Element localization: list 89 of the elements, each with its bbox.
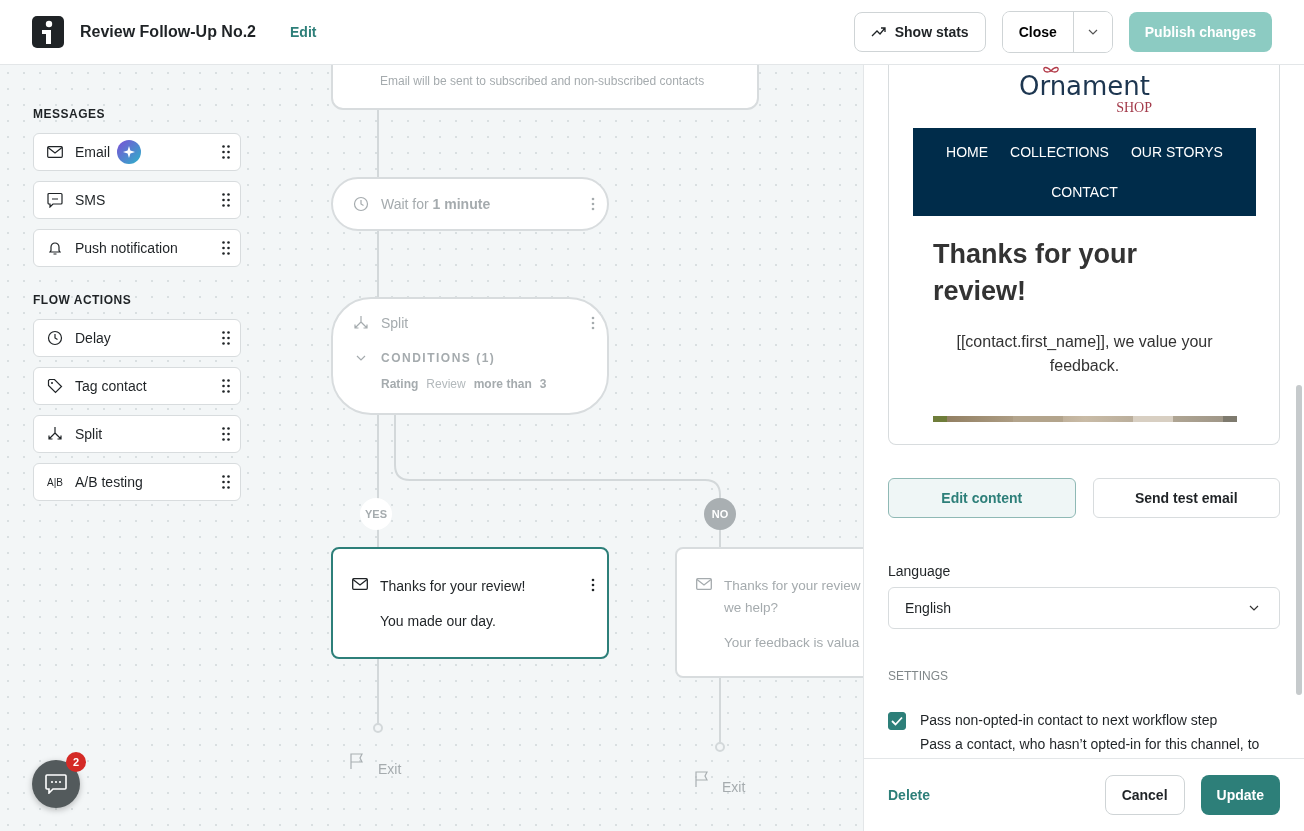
settings-heading: SETTINGS [888,669,949,683]
chat-button[interactable] [32,760,80,808]
scrollbar-thumb[interactable] [1296,385,1302,695]
drag-handle-icon[interactable] [222,145,230,159]
edit-link[interactable]: Edit [290,24,317,40]
option-title: Pass non-opted-in contact to next workflow step [920,711,1219,729]
bow-icon [1041,66,1061,76]
envelope-icon [696,578,712,590]
end-dot [715,742,725,752]
palette-item-label: Delay [75,330,111,346]
palette-item[interactable]: Split [33,415,241,453]
email-preview-text: Your feedback is valua [724,635,861,650]
palette-item[interactable]: Email [33,133,241,171]
flag-icon [695,771,709,787]
workflow-title: Review Follow-Up No.2 [80,23,256,41]
palette-item-label: Split [75,426,103,442]
brand-logo-subtext: SHOP [1116,101,1152,115]
brand-logo-text: Ornament [1018,71,1151,101]
palette-section-title: MESSAGES [33,107,106,121]
language-select[interactable]: English [888,587,1280,629]
cancel-button[interactable]: Cancel [1104,775,1185,815]
palette-item-label: Tag contact [75,378,147,394]
condition-term: 3 [539,377,547,391]
palette-item[interactable]: SMS [33,181,241,219]
email-subject: Thanks for your review [724,577,862,595]
condition-term: Review [426,377,466,391]
notification-badge: 2 [66,752,86,772]
palette-item-label: SMS [75,192,106,208]
palette-item-label: A/B testing [75,474,143,490]
email-paragraph: [[contact.first_name]], we value your feedback. [955,332,1214,376]
caret-icon [1087,29,1098,35]
email-nav-link[interactable]: OUR STORYS [1130,132,1223,172]
palette-item[interactable]: Tag contact [33,367,241,405]
close-button[interactable]: Close [1002,12,1074,52]
condition-term: more than [473,377,532,391]
email-nav-link[interactable]: HOME [946,132,989,172]
drag-handle-icon[interactable] [222,379,230,393]
wait-text: Wait for 1 minute [381,196,492,212]
email-subject: Thanks for your review! [380,577,527,596]
app-logo-icon [32,16,64,48]
ab-test-icon: A|B [47,476,63,488]
delete-link[interactable]: Delete [888,787,931,803]
condition-term: Rating [381,377,419,391]
conditions-heading: CONDITIONS (1) [381,351,496,365]
email-nav-link[interactable]: CONTACT [1051,172,1118,212]
palette-item[interactable]: Delay [33,319,241,357]
checkbox[interactable] [888,712,906,730]
email-node[interactable]: Thanks for your review! You made our day. [331,547,609,659]
exit-label: Exit [378,761,402,777]
palette-item[interactable]: Push notification [33,229,241,267]
drag-handle-icon[interactable] [222,475,230,489]
branch-label: YES [360,498,392,530]
caret-icon [1249,605,1259,611]
envelope-icon [352,578,368,590]
update-button[interactable]: Update [1200,775,1280,815]
language-label: Language [888,563,952,579]
palette-item[interactable]: A|B A/B testing [33,463,241,501]
email-nav-link[interactable]: COLLECTIONS [1010,132,1109,172]
palette-item-label: Push notification [75,240,178,256]
check-icon [891,716,903,726]
envelope-icon [47,146,63,158]
exit-label: Exit [722,779,746,795]
drag-handle-icon[interactable] [222,427,230,441]
drag-handle-icon[interactable] [222,241,230,255]
drag-handle-icon[interactable] [222,193,230,207]
more-icon[interactable] [591,578,595,592]
option-description: Pass a contact, who hasn’t opted-in for this channel, to [920,735,1260,753]
branch-label: NO [704,498,736,530]
drag-handle-icon[interactable] [222,331,230,345]
clock-icon [353,196,369,212]
email-heading: Thanks for your review! [933,238,1139,308]
clock-icon [47,330,63,346]
chat-bubble-icon [47,192,63,208]
email-preview-text: You made our day. [380,613,497,629]
email-subject: we help? [724,599,780,617]
show-stats-button[interactable]: Show stats [853,12,986,52]
flag-icon [350,753,364,769]
split-arrows-icon [353,315,369,331]
palette-section-title: FLOW ACTIONS [33,293,133,307]
split-arrows-icon [47,426,63,442]
chat-icon [45,774,67,794]
tag-icon [47,378,63,394]
split-title: Split [381,315,410,331]
end-dot [373,723,383,733]
palette-item-label: Email [75,144,110,160]
node-note: Email will be sent to subscribed and non-subscribed contacts [380,74,705,88]
bell-icon [47,240,63,256]
action-button[interactable]: Edit content [888,478,1076,518]
action-button[interactable]: Send test email [1092,478,1280,518]
